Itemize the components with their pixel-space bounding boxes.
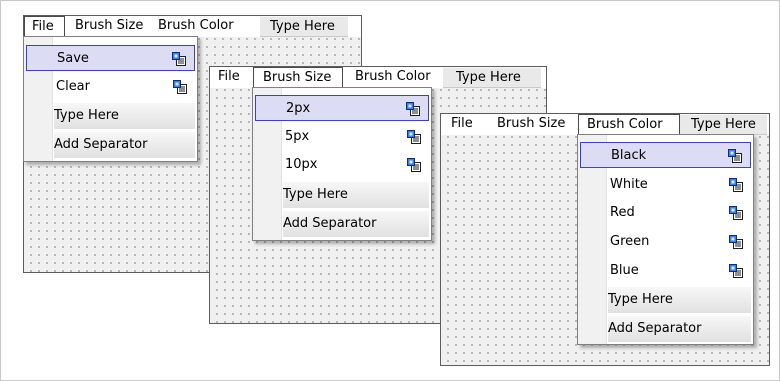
menu-item-add-separator-label: Add Separator: [54, 137, 148, 152]
menu-brush-color-label: Brush Color: [355, 69, 431, 84]
menu-item-type-here-label: Type Here: [608, 292, 673, 307]
menu-item-white-label: White: [610, 177, 648, 192]
menu-item-5px[interactable]: 5px: [255, 124, 429, 150]
menu-item-2px[interactable]: 2px: [255, 95, 429, 121]
menu-item-properties-icon[interactable]: [407, 158, 421, 172]
menu-item-type-here-label: Type Here: [283, 187, 348, 202]
menu-item-properties-icon[interactable]: [729, 264, 743, 278]
menu-item-add-separator[interactable]: Add Separator: [283, 211, 429, 237]
menu-file[interactable]: File: [210, 67, 253, 88]
menu-item-red[interactable]: Red: [580, 200, 751, 226]
menu-item-type-here[interactable]: Type Here: [54, 103, 195, 129]
menu-item-blue-label: Blue: [610, 263, 639, 278]
menu-item-add-separator-label: Add Separator: [608, 321, 702, 336]
menu-item-properties-icon[interactable]: [728, 149, 742, 163]
menu-item-clear[interactable]: Clear: [26, 74, 195, 100]
menu-item-add-separator-label: Add Separator: [283, 216, 377, 231]
menu-item-properties-icon[interactable]: [729, 235, 743, 249]
menu-brush-color[interactable]: Brush Color: [578, 114, 680, 135]
menu-item-white[interactable]: White: [580, 172, 751, 198]
menu-item-type-here-label: Type Here: [54, 108, 119, 123]
menu-item-properties-icon[interactable]: [729, 178, 743, 192]
menu-brush-size-label: Brush Size: [75, 18, 144, 33]
menu-bar: File Brush Size Brush Color Type Here: [441, 114, 769, 135]
menu-item-properties-icon[interactable]: [407, 130, 421, 144]
menu-item-5px-label: 5px: [285, 129, 310, 144]
menu-item-10px-label: 10px: [285, 157, 318, 172]
menu-type-here-label: Type Here: [456, 70, 521, 85]
menu-item-clear-label: Clear: [56, 79, 90, 94]
menu-file-label: File: [218, 69, 240, 84]
menu-file-label: File: [32, 19, 54, 34]
menu-item-black-label: Black: [611, 148, 647, 163]
menu-item-save[interactable]: Save: [26, 45, 195, 71]
menu-brush-size[interactable]: Brush Size: [65, 16, 152, 37]
menu-item-type-here[interactable]: Type Here: [283, 182, 429, 208]
menu-item-properties-icon[interactable]: [173, 80, 187, 94]
menu-item-properties-icon[interactable]: [729, 206, 743, 220]
menu-item-add-separator[interactable]: Add Separator: [608, 316, 751, 342]
menu-item-type-here[interactable]: Type Here: [608, 287, 751, 313]
menu-item-green[interactable]: Green: [580, 229, 751, 255]
menu-item-2px-label: 2px: [286, 101, 311, 116]
menu-type-here[interactable]: Type Here: [680, 114, 767, 135]
menu-type-here[interactable]: Type Here: [443, 67, 541, 88]
menu-brush-size[interactable]: Brush Size: [253, 67, 343, 88]
brush-size-dropdown: 2px 5px 10px Type Here Add Separator: [252, 87, 432, 241]
brush-color-dropdown: Black White Red Green Blue Type Here Add…: [577, 134, 754, 345]
menu-item-blue[interactable]: Blue: [580, 258, 751, 284]
menu-brush-color[interactable]: Brush Color: [152, 16, 252, 37]
menu-file[interactable]: File: [24, 16, 65, 37]
menu-bar: File Brush Size Brush Color Type Here: [210, 67, 546, 88]
menu-item-green-label: Green: [610, 234, 650, 249]
menu-file-label: File: [451, 116, 473, 131]
menu-file[interactable]: File: [441, 114, 484, 135]
menu-item-10px[interactable]: 10px: [255, 152, 429, 178]
menu-item-add-separator[interactable]: Add Separator: [54, 132, 195, 158]
menu-item-save-label: Save: [57, 51, 89, 66]
menu-type-here-label: Type Here: [691, 117, 756, 132]
menu-brush-size-label: Brush Size: [497, 116, 566, 131]
menu-item-red-label: Red: [610, 205, 635, 220]
menu-brush-size-label: Brush Size: [263, 70, 332, 85]
menu-item-properties-icon[interactable]: [172, 52, 186, 66]
menu-type-here[interactable]: Type Here: [260, 16, 348, 37]
menu-brush-color-label: Brush Color: [587, 117, 663, 132]
menu-brush-color-label: Brush Color: [158, 18, 234, 33]
menu-item-properties-icon[interactable]: [406, 102, 420, 116]
menu-brush-color[interactable]: Brush Color: [343, 67, 443, 88]
file-dropdown: Save Clear Type Here Add Separator: [23, 36, 198, 162]
menu-brush-size[interactable]: Brush Size: [484, 114, 574, 135]
menu-item-black[interactable]: Black: [580, 142, 751, 168]
menu-bar: File Brush Size Brush Color Type Here: [24, 16, 361, 37]
menu-type-here-label: Type Here: [270, 19, 335, 34]
